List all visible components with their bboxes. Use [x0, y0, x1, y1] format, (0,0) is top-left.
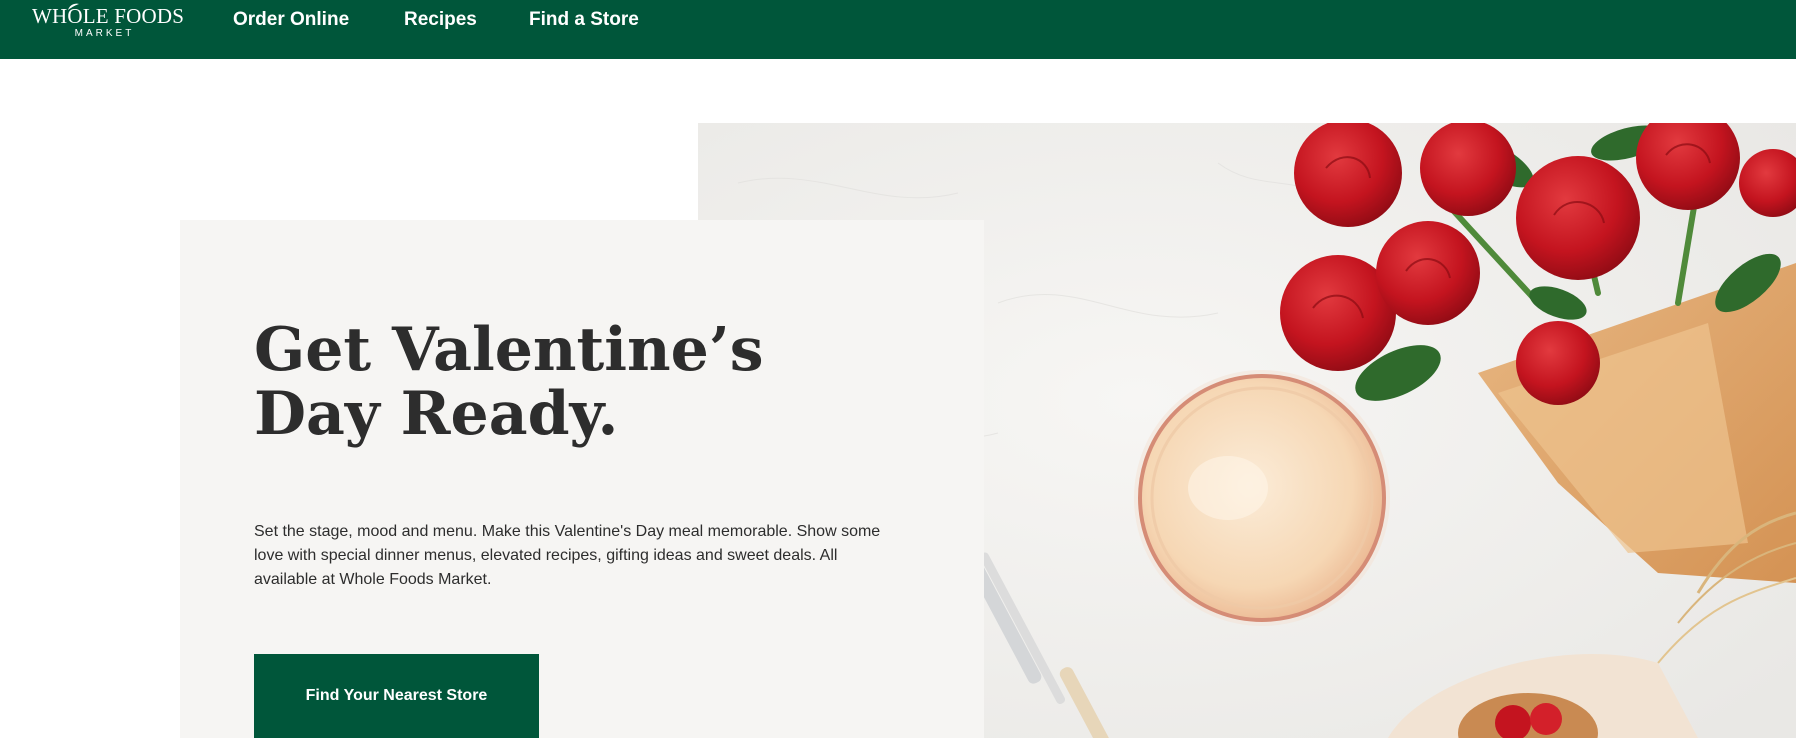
whole-foods-logo[interactable]: WHOLE FOODS MARKET	[32, 3, 185, 44]
nav-find-a-store[interactable]: Find a Store	[529, 8, 639, 32]
logo-wordmark: WHOLE FOODS	[32, 4, 185, 28]
hero-description: Set the stage, mood and menu. Make this …	[254, 523, 881, 588]
top-nav-bar: WHOLE FOODS MARKET Order Online Recipes …	[0, 0, 1796, 59]
nav-order-online[interactable]: Order Online	[233, 8, 349, 32]
leaf-icon	[68, 3, 79, 10]
nav-recipes[interactable]: Recipes	[404, 8, 477, 32]
find-nearest-store-button[interactable]: Find Your Nearest Store	[254, 654, 539, 738]
hero-content-card: Get Valentine’s Day Ready. Set the stage…	[180, 220, 984, 738]
hero-headline: Get Valentine’s Day Ready.	[254, 315, 764, 449]
logo-subtitle: MARKET	[74, 28, 135, 39]
